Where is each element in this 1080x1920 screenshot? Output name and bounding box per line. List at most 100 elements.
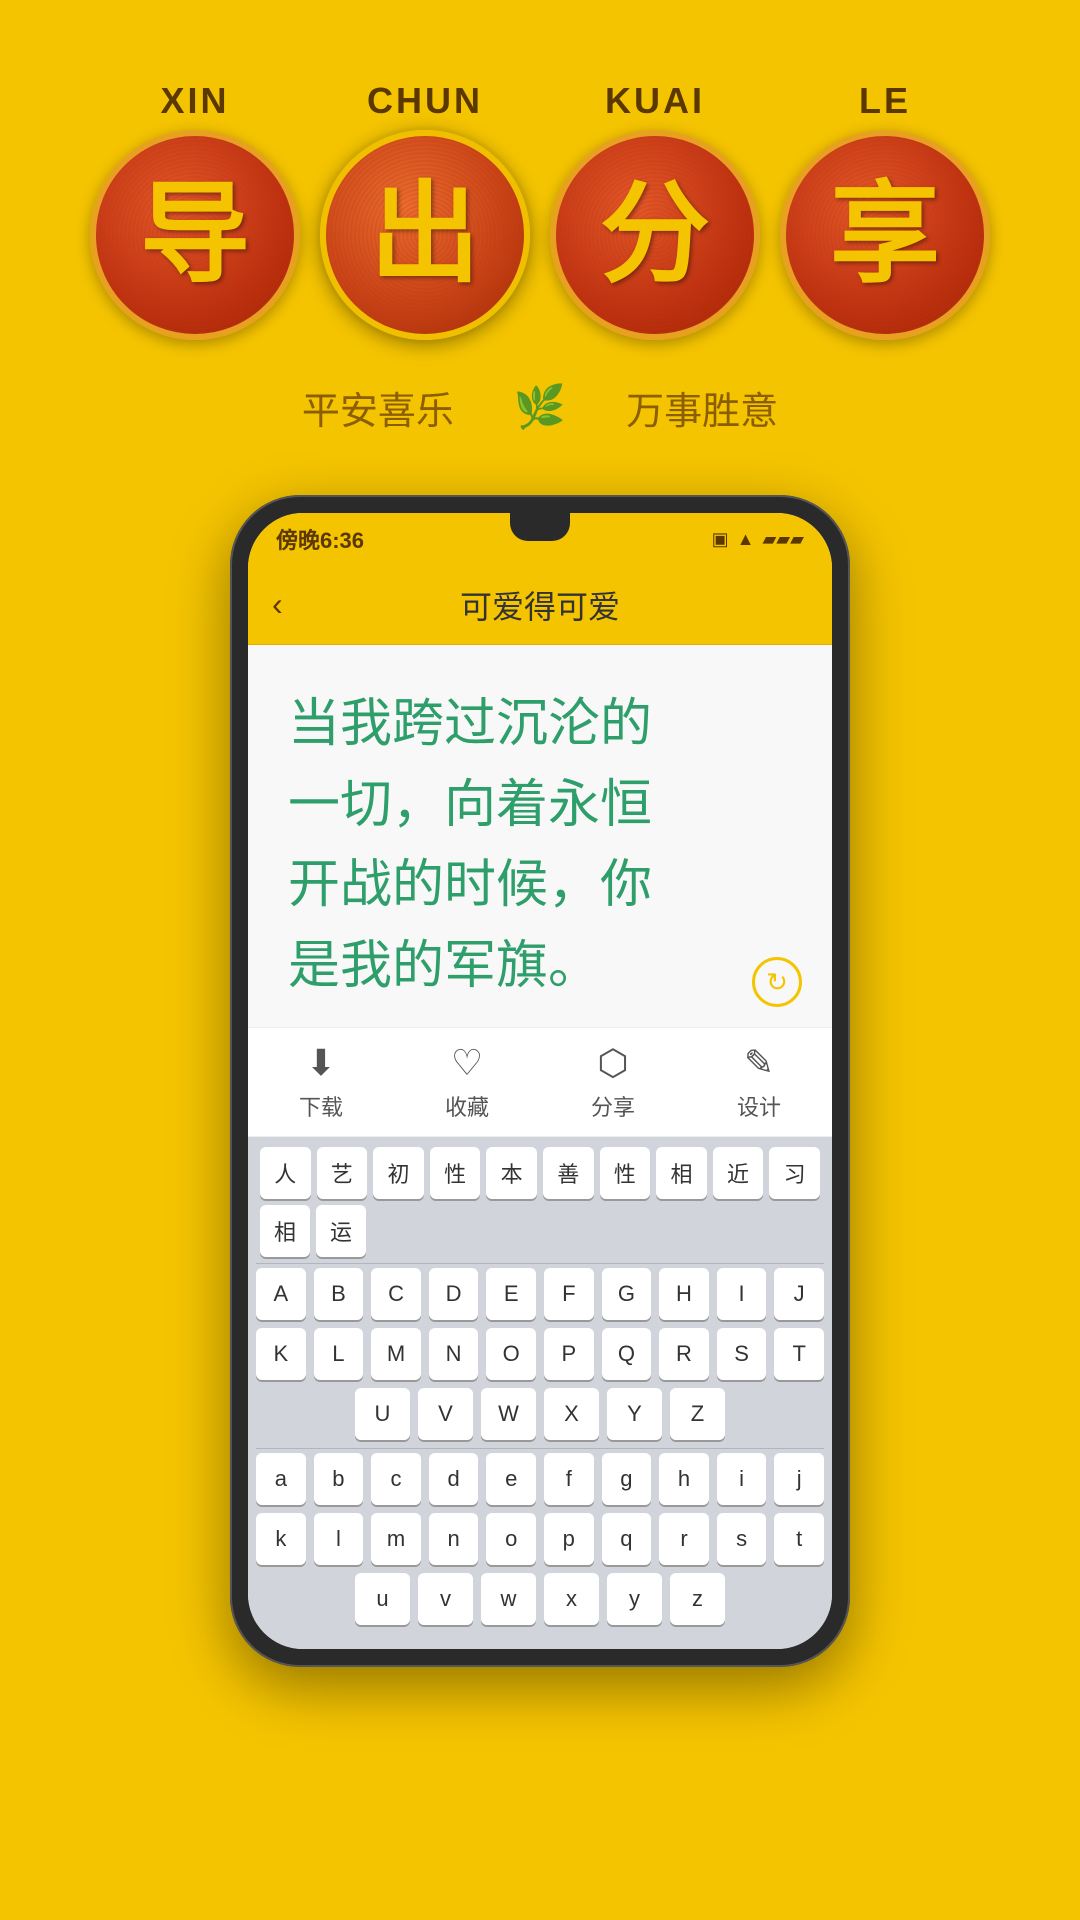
kb-key-chu[interactable]: 初 [373,1147,424,1199]
kb-key-s[interactable]: s [717,1513,767,1565]
kb-key-c[interactable]: c [371,1453,421,1505]
kb-key-ben[interactable]: 本 [486,1147,537,1199]
kb-key-K[interactable]: K [256,1328,306,1380]
refresh-button[interactable]: ↻ [752,957,802,1007]
toolbar-design[interactable]: ✎ 设计 [737,1042,781,1122]
kb-key-v[interactable]: v [418,1573,473,1625]
kb-key-x-lower[interactable]: x [544,1573,599,1625]
download-label: 下载 [299,1090,343,1122]
char-circle-le[interactable]: 享 [780,130,990,340]
kb-key-t[interactable]: t [774,1513,824,1565]
keyboard-alpha-row3: U V W X Y Z [256,1388,824,1440]
kb-key-xing1[interactable]: 性 [430,1147,481,1199]
kb-key-b[interactable]: b [314,1453,364,1505]
kb-key-yun[interactable]: 运 [316,1205,366,1257]
kb-key-R[interactable]: R [659,1328,709,1380]
kb-key-o-lower[interactable]: o [486,1513,536,1565]
char-text-kuai: 分 [600,180,710,290]
download-icon: ⬇ [306,1042,336,1084]
kb-key-w[interactable]: w [481,1573,536,1625]
lotus-icon: 🌿 [514,383,566,432]
toolbar-download[interactable]: ⬇ 下载 [299,1042,343,1122]
phone-status-bar: 傍晚6:36 ▣ ▲ ▰▰▰ [248,513,832,565]
kb-key-l[interactable]: l [314,1513,364,1565]
kb-key-n[interactable]: n [429,1513,479,1565]
kb-key-G[interactable]: G [602,1268,652,1320]
kb-key-g[interactable]: g [602,1453,652,1505]
kb-key-yi[interactable]: 艺 [317,1147,368,1199]
kb-key-I[interactable]: I [717,1268,767,1320]
kb-key-shan[interactable]: 善 [543,1147,594,1199]
kb-key-S[interactable]: S [717,1328,767,1380]
kb-key-j-lower[interactable]: j [774,1453,824,1505]
kb-key-xi[interactable]: 习 [769,1147,820,1199]
kb-key-T[interactable]: T [774,1328,824,1380]
subtitle-right: 万事胜意 [626,380,778,435]
keyboard-chinese-row2: 相 运 [256,1205,824,1257]
kb-key-A[interactable]: A [256,1268,306,1320]
char-text-le: 享 [830,180,940,290]
kb-key-Z[interactable]: Z [670,1388,725,1440]
char-label-xin: XIN [160,80,229,122]
char-label-chun: CHUN [367,80,483,122]
kb-key-d[interactable]: d [429,1453,479,1505]
kb-key-f[interactable]: f [544,1453,594,1505]
kb-key-h[interactable]: h [659,1453,709,1505]
kb-key-W[interactable]: W [481,1388,536,1440]
kb-key-i-lower[interactable]: i [717,1453,767,1505]
share-icon: ⬡ [597,1042,628,1084]
kb-key-F[interactable]: F [544,1268,594,1320]
subtitle-row: 平安喜乐 🌿 万事胜意 [302,380,778,435]
kb-key-q-lower[interactable]: q [602,1513,652,1565]
phone-keyboard: 人 艺 初 性 本 善 性 相 近 习 相 运 [248,1137,832,1649]
kb-key-z-lower[interactable]: z [670,1573,725,1625]
toolbar-share[interactable]: ⬡ 分享 [591,1042,635,1122]
back-button[interactable]: ‹ [272,586,283,623]
kb-key-xiang2[interactable]: 相 [260,1205,310,1257]
char-circle-xin[interactable]: 导 [90,130,300,340]
char-circle-kuai[interactable]: 分 [550,130,760,340]
toolbar-favorite[interactable]: ♡ 收藏 [445,1042,489,1122]
kb-key-jin[interactable]: 近 [713,1147,764,1199]
char-item-chun: CHUN 出 [320,80,530,340]
char-circle-chun[interactable]: 出 [320,130,530,340]
kb-key-J[interactable]: J [774,1268,824,1320]
kb-key-D[interactable]: D [429,1268,479,1320]
kb-key-H[interactable]: H [659,1268,709,1320]
char-label-le: LE [859,80,911,122]
char-text-xin: 导 [140,180,250,290]
keyboard-divider2 [256,1448,824,1449]
kb-key-U[interactable]: U [355,1388,410,1440]
characters-row: XIN 导 CHUN 出 KUAI 分 LE 享 [90,80,990,340]
status-icons: ▣ ▲ ▰▰▰ [712,529,804,550]
kb-key-xiang1[interactable]: 相 [656,1147,707,1199]
kb-key-r[interactable]: r [659,1513,709,1565]
kb-key-E[interactable]: E [486,1268,536,1320]
kb-key-N[interactable]: N [429,1328,479,1380]
wifi-icon: ▲ [737,529,755,550]
kb-key-C[interactable]: C [371,1268,421,1320]
kb-key-ren[interactable]: 人 [260,1147,311,1199]
kb-key-P[interactable]: P [544,1328,594,1380]
char-item-xin: XIN 导 [90,80,300,340]
kb-key-Q[interactable]: Q [602,1328,652,1380]
kb-key-Y[interactable]: Y [607,1388,662,1440]
kb-key-k[interactable]: k [256,1513,306,1565]
kb-key-m[interactable]: m [371,1513,421,1565]
subtitle-left: 平安喜乐 [302,380,454,435]
kb-key-e[interactable]: e [486,1453,536,1505]
kb-key-M[interactable]: M [371,1328,421,1380]
kb-key-B[interactable]: B [314,1268,364,1320]
kb-key-V[interactable]: V [418,1388,473,1440]
kb-key-L[interactable]: L [314,1328,364,1380]
kb-key-p[interactable]: p [544,1513,594,1565]
kb-key-u[interactable]: u [355,1573,410,1625]
keyboard-alpha-row2: K L M N O P Q R S T [256,1328,824,1380]
kb-key-y-lower[interactable]: y [607,1573,662,1625]
kb-key-xing2[interactable]: 性 [600,1147,651,1199]
kb-key-O[interactable]: O [486,1328,536,1380]
phone-toolbar: ⬇ 下载 ♡ 收藏 ⬡ 分享 ✎ 设计 [248,1027,832,1137]
kb-key-a[interactable]: a [256,1453,306,1505]
keyboard-divider1 [256,1263,824,1264]
kb-key-X[interactable]: X [544,1388,599,1440]
